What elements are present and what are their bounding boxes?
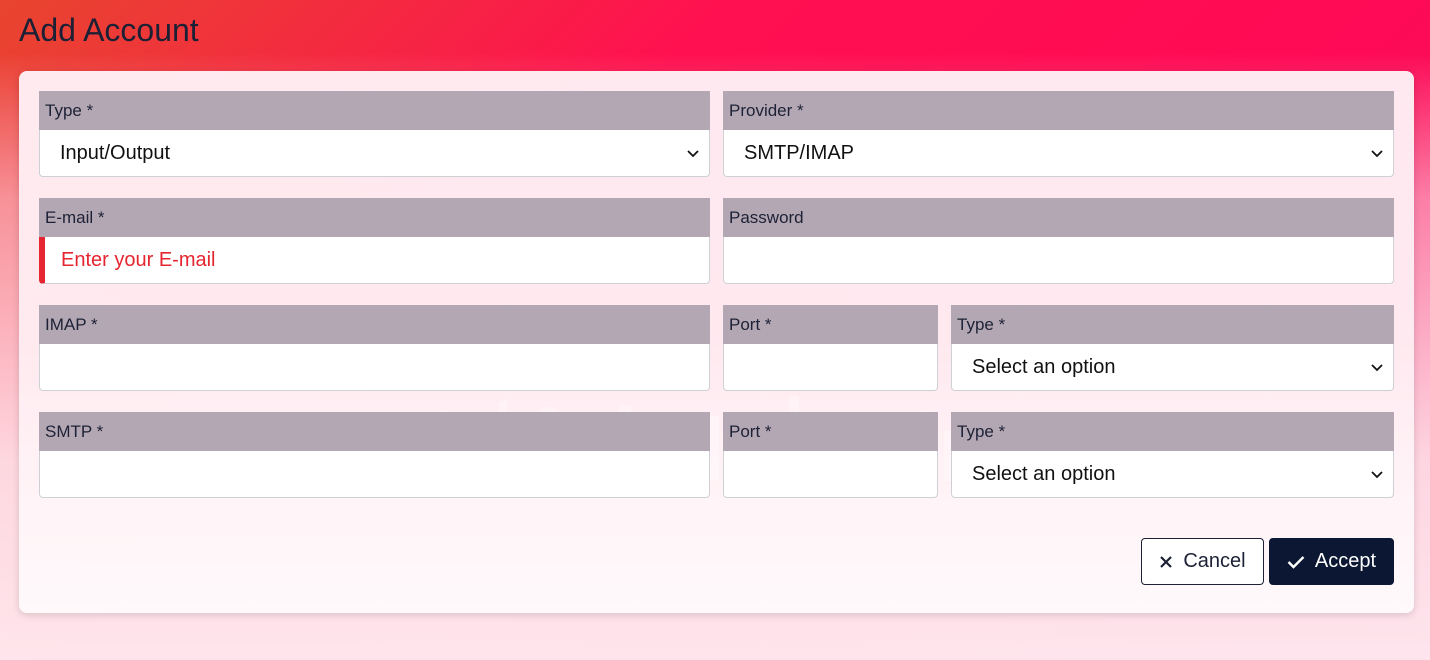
smtp-type-select-value: Select an option bbox=[972, 463, 1116, 485]
imap-input[interactable] bbox=[39, 344, 710, 391]
imap-type-select[interactable]: Select an option bbox=[951, 344, 1394, 391]
email-label: E-mail * bbox=[39, 198, 710, 237]
imap-label: IMAP * bbox=[39, 305, 710, 344]
smtp-type-field: Type * Select an option bbox=[951, 412, 1394, 498]
imap-port-field: Port * bbox=[723, 305, 938, 391]
check-icon bbox=[1287, 555, 1305, 569]
provider-select[interactable]: SMTP/IMAP bbox=[723, 130, 1394, 177]
chevron-down-icon bbox=[687, 150, 699, 158]
chevron-down-icon bbox=[1371, 364, 1383, 372]
email-placeholder: Enter your E-mail bbox=[61, 249, 216, 271]
smtp-port-input[interactable] bbox=[723, 451, 938, 498]
password-input[interactable] bbox=[723, 237, 1394, 284]
smtp-label: SMTP * bbox=[39, 412, 710, 451]
type-select-value: Input/Output bbox=[60, 142, 171, 164]
chevron-down-icon bbox=[1371, 471, 1383, 479]
accept-button-label: Accept bbox=[1314, 550, 1377, 572]
email-input[interactable]: Enter your E-mail bbox=[39, 237, 710, 284]
email-field: E-mail * Enter your E-mail bbox=[39, 198, 710, 284]
chevron-down-icon bbox=[1371, 150, 1383, 158]
imap-port-label: Port * bbox=[723, 305, 938, 344]
smtp-port-field: Port * bbox=[723, 412, 938, 498]
provider-field: Provider * SMTP/IMAP bbox=[723, 91, 1394, 177]
type-field: Type * Input/Output bbox=[39, 91, 710, 177]
smtp-field: SMTP * bbox=[39, 412, 710, 498]
type-label: Type * bbox=[39, 91, 710, 130]
imap-type-field: Type * Select an option bbox=[951, 305, 1394, 391]
imap-port-input[interactable] bbox=[723, 344, 938, 391]
smtp-port-label: Port * bbox=[723, 412, 938, 451]
type-select[interactable]: Input/Output bbox=[39, 130, 710, 177]
smtp-type-select[interactable]: Select an option bbox=[951, 451, 1394, 498]
provider-label: Provider * bbox=[723, 91, 1394, 130]
smtp-input[interactable] bbox=[39, 451, 710, 498]
password-label: Password bbox=[723, 198, 1394, 237]
imap-field: IMAP * bbox=[39, 305, 710, 391]
cancel-button-label: Cancel bbox=[1183, 550, 1246, 572]
imap-type-select-value: Select an option bbox=[972, 356, 1116, 378]
imap-type-label: Type * bbox=[951, 305, 1394, 344]
accept-button[interactable]: Accept bbox=[1269, 538, 1394, 585]
provider-select-value: SMTP/IMAP bbox=[744, 142, 855, 164]
smtp-type-label: Type * bbox=[951, 412, 1394, 451]
cancel-button[interactable]: Cancel bbox=[1141, 538, 1264, 585]
page-title: Add Account bbox=[19, 12, 199, 48]
password-field: Password bbox=[723, 198, 1394, 284]
close-icon bbox=[1160, 555, 1173, 568]
